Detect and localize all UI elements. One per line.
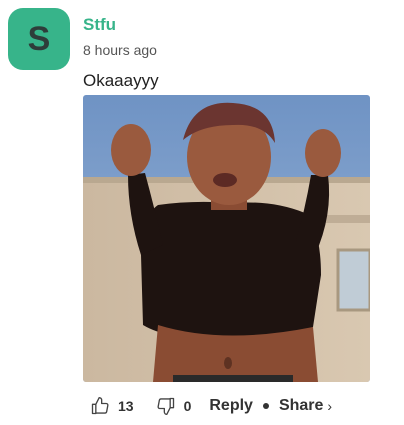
username[interactable]: Stfu [83,15,116,35]
share-button[interactable]: Share › [279,397,332,415]
reply-button[interactable]: Reply [209,397,253,415]
chevron-right-icon: › [327,398,333,414]
avatar[interactable]: S [8,8,70,70]
comment-image[interactable] [83,95,370,382]
thumbs-down-icon [157,397,174,415]
thumbs-up-icon [91,397,109,415]
separator-dot [262,403,269,409]
reply-label: Reply [209,397,253,414]
dislike-count: 0 [183,398,192,414]
like-count: 13 [118,398,134,414]
like-button[interactable]: 13 [90,396,134,416]
timestamp: 8 hours ago [83,42,157,58]
dislike-button[interactable]: 0 [156,396,192,416]
comment-actions: 13 0 Reply Share › [90,393,332,419]
avatar-letter: S [27,19,51,58]
share-label: Share [278,397,324,414]
comment-text: Okaaayyy [83,71,159,90]
